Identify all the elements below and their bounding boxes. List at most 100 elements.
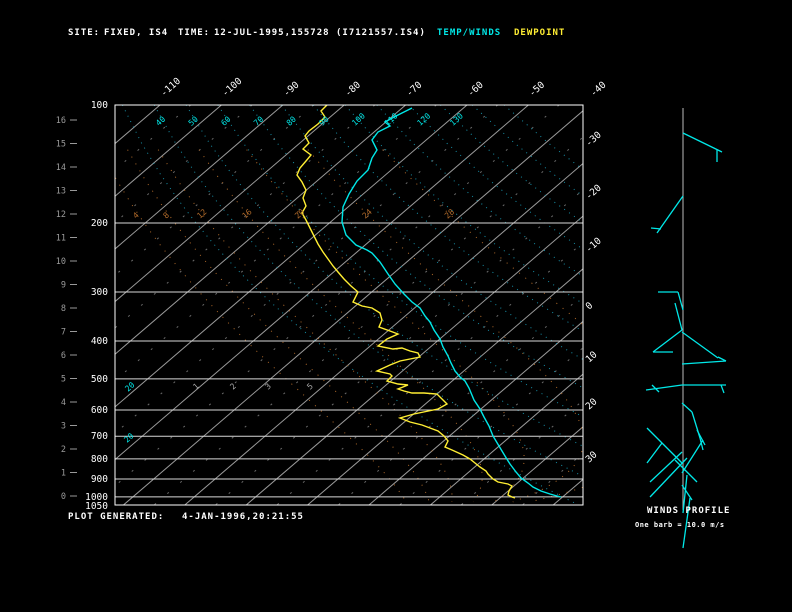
axis-label: 80 (285, 114, 298, 127)
isotherm-line (115, 105, 192, 171)
axis-label: 0 (584, 300, 596, 312)
wind-barb (646, 442, 663, 464)
isotherm-line (115, 105, 468, 408)
isotherm-line (491, 426, 583, 505)
temperature-trace (341, 107, 562, 498)
axis-label: -110 (159, 76, 184, 100)
wind-barb (650, 227, 662, 230)
axis-label: 120 (416, 111, 433, 127)
axis-label: 400 (91, 336, 108, 347)
isotherm-line (645, 105, 792, 505)
axis-label: 5 (61, 375, 66, 385)
wind-barb (720, 384, 725, 394)
moist-adiabat-line (246, 149, 525, 503)
winds-profile-title: WINDS PROFILE (647, 506, 731, 516)
winds-scale-note: One barb = 10.0 m/s (635, 521, 725, 529)
plot-generated-label: PLOT GENERATED: (68, 512, 165, 522)
axis-label: 40 (154, 114, 167, 127)
moist-adiabat-line (198, 149, 483, 503)
axis-label: 14 (56, 163, 66, 173)
dry-adiabat-line (312, 105, 583, 332)
axis-label: 30 (584, 449, 600, 465)
isotherm-line (115, 105, 222, 197)
dry-adiabat-line (217, 105, 583, 418)
dry-adiabat-line (440, 105, 583, 224)
dry-adiabat-line (153, 105, 583, 478)
axis-label: 13 (56, 187, 66, 197)
axis-label: 600 (91, 405, 108, 416)
plot-generated-value: 4-JAN-1996,20:21:55 (182, 512, 304, 522)
axis-label: 8 (161, 210, 171, 220)
plot-frame (114, 104, 584, 506)
axis-label: 3 (61, 422, 66, 432)
moist-adiabat-line (307, 149, 583, 503)
axis-label: 8 (61, 304, 66, 314)
axis-label: 4 (61, 398, 66, 408)
axis-label: 70 (252, 114, 265, 127)
axis-label: 12 (195, 207, 208, 220)
axis-label: 10 (584, 349, 600, 365)
axis-label: -80 (343, 79, 363, 99)
axis-label: -60 (466, 79, 486, 99)
axis-label: 800 (91, 454, 108, 465)
axis-label: 130 (448, 111, 465, 127)
axis-label: 28 (443, 207, 456, 220)
wind-barb (681, 439, 704, 474)
axis-label: -70 (404, 79, 424, 99)
axis-label: 60 (219, 114, 232, 127)
axis-label: -100 (220, 76, 245, 100)
axis-label: 7 (61, 328, 66, 338)
axis-label: 2 (61, 445, 66, 455)
isotherm-line (430, 373, 583, 505)
isotherm-line (215, 189, 583, 505)
isotherm-line (522, 452, 583, 505)
axis-label: 100 (91, 100, 108, 111)
axis-label: 900 (91, 474, 108, 485)
axis-label: -30 (584, 129, 604, 149)
dry-adiabat-line (344, 105, 583, 305)
isotherm-line (115, 105, 253, 224)
wind-barb (649, 451, 683, 483)
axis-label: 20 (123, 380, 136, 393)
axis-label: 700 (91, 431, 108, 442)
axis-label: -10 (584, 235, 604, 255)
axis-label: 16 (56, 116, 66, 126)
isotherm-line (115, 105, 161, 145)
isotherm-line (276, 241, 583, 505)
axis-label: 10 (56, 257, 66, 267)
axis-label: 20 (122, 431, 135, 444)
dry-adiabat-line (503, 105, 583, 171)
moist-adiabat-line (127, 149, 430, 503)
isotherm-line (115, 105, 314, 276)
axis-label: -20 (584, 182, 604, 202)
wind-barb (681, 331, 719, 359)
axis-label: 9 (61, 281, 66, 291)
axis-label: 1050 (85, 501, 108, 512)
wind-barb (717, 356, 727, 362)
axis-label: -50 (527, 79, 547, 99)
isotherm-line (245, 215, 583, 505)
isotherm-line (153, 136, 583, 505)
isotherm-line (115, 105, 560, 487)
axis-label: 15 (56, 140, 66, 150)
wind-barb (677, 291, 684, 311)
dry-adiabat-line (281, 105, 583, 360)
axis-label: 20 (584, 396, 600, 412)
axis-label: 3 (263, 381, 273, 391)
axis-label: 2 (228, 381, 238, 391)
axis-label: -40 (588, 79, 608, 99)
axis-label: 200 (91, 218, 108, 229)
wind-barb (645, 384, 683, 391)
axis-label: 300 (91, 287, 108, 298)
wind-barb (652, 329, 683, 353)
wind-barb (682, 132, 723, 153)
axis-label: 4 (131, 210, 141, 220)
isotherm-line (123, 110, 583, 505)
isotherm-line (337, 294, 583, 505)
dry-adiabat-line (408, 105, 583, 250)
axis-label: 6 (61, 351, 66, 361)
plot-area (115, 105, 792, 505)
isotherm-line (584, 105, 792, 505)
axis-label: 50 (187, 114, 200, 127)
dry-adiabat-line (249, 105, 583, 389)
